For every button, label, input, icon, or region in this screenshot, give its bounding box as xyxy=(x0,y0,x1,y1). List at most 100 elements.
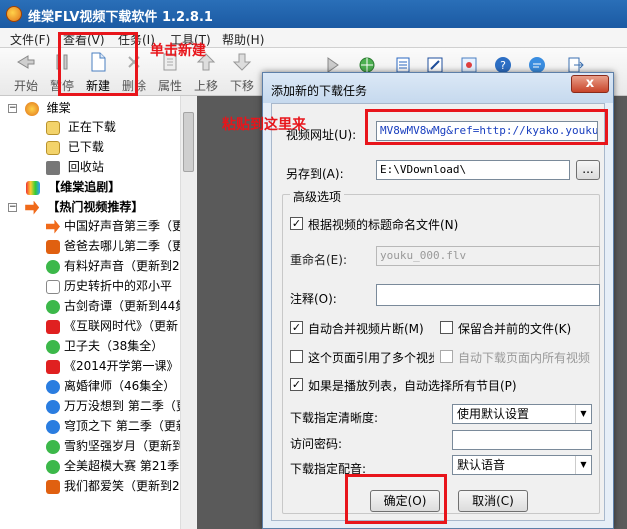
dialog-title-bar: 添加新的下载任务 x xyxy=(263,73,613,103)
tv-icon xyxy=(26,180,40,195)
collapse-icon[interactable]: − xyxy=(8,203,17,212)
tree-item-downloading[interactable]: 正在下载 xyxy=(46,117,116,137)
note-input[interactable] xyxy=(376,284,600,306)
new-hint: 单击新建 xyxy=(150,43,206,59)
tree-group-hot[interactable]: − 【热门视频推荐】 xyxy=(8,197,143,217)
video-item[interactable]: 雪豹坚强岁月（更新到 xyxy=(46,436,184,456)
app-logo-icon xyxy=(24,101,39,116)
video-title: 《2014开学第一课》 xyxy=(64,359,179,373)
video-item[interactable]: 古剑奇谭（更新到44集 xyxy=(46,296,187,316)
tree-group-label: 【热门视频推荐】 xyxy=(47,200,144,214)
video-item[interactable]: 中国好声音第三季（更 xyxy=(46,216,184,236)
video-item[interactable]: 我们都爱笑（更新到2 xyxy=(46,476,180,496)
sidebar-scrollbar[interactable] xyxy=(180,96,196,529)
cancel-button[interactable]: 取消(C) xyxy=(458,490,528,512)
video-title: 历史转折中的邓小平（ xyxy=(64,279,185,293)
multi-video-checkbox[interactable] xyxy=(290,350,303,363)
advanced-group-title: 高级选项 xyxy=(290,188,345,205)
video-title: 卫子夫（38集全） xyxy=(64,339,164,353)
name-by-title-label: 根据视频的标题命名文件(N) xyxy=(308,218,459,232)
video-title: 离婚律师（46集全） xyxy=(64,379,176,393)
arrow-icon xyxy=(25,200,40,215)
move-down-label: 下移 xyxy=(229,79,254,93)
video-item[interactable]: 卫子夫（38集全） xyxy=(46,336,163,356)
folder-downloading-icon xyxy=(46,120,60,135)
iqiyi-icon xyxy=(46,479,60,494)
tree-root-label: 维棠 xyxy=(46,101,71,115)
title-bar: 维棠FLV视频下载软件 1.2.8.1 xyxy=(0,0,627,28)
video-item[interactable]: 穹顶之下 第二季（更新 xyxy=(46,416,188,436)
auto-download-all-checkbox[interactable] xyxy=(440,350,453,363)
sidebar-tree: − 维棠 正在下载 已下载 回收站 【维棠追剧】 − 【热门视频推荐】 中国好声… xyxy=(0,96,196,529)
rename-input[interactable]: youku_000.flv xyxy=(376,246,600,266)
menu-help[interactable]: 帮助(H) xyxy=(222,31,264,48)
save-path-input[interactable]: E:\VDownload\ xyxy=(376,160,570,180)
dialog-close-button[interactable]: x xyxy=(571,75,609,93)
play-circle-icon xyxy=(46,459,60,474)
video-item[interactable]: 离婚律师（46集全） xyxy=(46,376,175,396)
rename-label: 重命名(E): xyxy=(290,253,347,267)
video-item[interactable]: 历史转折中的邓小平（ xyxy=(46,276,184,296)
trash-icon xyxy=(46,160,60,175)
quality-select[interactable]: 使用默认设置 ▼ xyxy=(452,404,592,424)
save-to-label: 另存到(A): xyxy=(286,167,344,181)
tree-item-label: 已下载 xyxy=(67,140,104,154)
new-button-highlight xyxy=(58,32,138,96)
video-item[interactable]: 爸爸去哪儿第二季（更 xyxy=(46,236,184,256)
play-circle-icon xyxy=(46,339,60,354)
start-button[interactable]: 开始 xyxy=(6,50,46,94)
svg-text:?: ? xyxy=(500,59,506,72)
tree-item-label: 正在下载 xyxy=(67,120,116,134)
video-item[interactable]: 全美超模大赛 第21季 xyxy=(46,456,179,476)
play-icon xyxy=(17,55,35,69)
tree-root[interactable]: − 维棠 xyxy=(8,98,71,118)
video-item[interactable]: 《互联网时代》（更新 xyxy=(46,316,178,336)
play-circle-icon xyxy=(46,259,60,274)
dialog-title: 添加新的下载任务 xyxy=(271,84,368,98)
play-circle-icon xyxy=(46,299,60,314)
scrollbar-thumb[interactable] xyxy=(183,112,194,172)
collapse-icon[interactable]: − xyxy=(8,104,17,113)
tree-group-tracking[interactable]: 【维棠追剧】 xyxy=(26,177,120,197)
video-item[interactable]: 《2014开学第一课》 xyxy=(46,356,179,376)
main-window: 维棠FLV视频下载软件 1.2.8.1 文件(F) 查看(V) 任务(I) 工具… xyxy=(0,0,627,529)
move-up-label: 上移 xyxy=(193,79,218,93)
password-label: 访问密码: xyxy=(290,437,343,451)
video-title: 万万没想到 第二季（更 xyxy=(64,399,188,413)
move-down-button[interactable]: 下移 xyxy=(222,50,262,94)
play-circle-icon xyxy=(46,419,60,434)
tree-item-downloaded[interactable]: 已下载 xyxy=(46,137,104,157)
play-circle-icon xyxy=(46,439,60,454)
play-circle-icon xyxy=(46,399,60,414)
video-title: 我们都爱笑（更新到2 xyxy=(64,479,180,493)
video-title: 穹顶之下 第二季（更新 xyxy=(64,419,188,433)
tree-group-label: 【维棠追剧】 xyxy=(48,180,121,194)
keep-before-merge-checkbox[interactable] xyxy=(440,321,453,334)
window-title: 维棠FLV视频下载软件 1.2.8.1 xyxy=(28,10,213,25)
video-page-icon xyxy=(46,279,60,294)
video-title: 中国好声音第三季（更 xyxy=(64,219,185,233)
name-by-title-checkbox[interactable]: ✓ xyxy=(290,217,303,230)
chevron-down-icon: ▼ xyxy=(575,456,591,474)
playlist-select-all-checkbox[interactable]: ✓ xyxy=(290,378,303,391)
start-label: 开始 xyxy=(13,79,38,93)
auto-merge-checkbox[interactable]: ✓ xyxy=(290,321,303,334)
password-input[interactable] xyxy=(452,430,592,450)
video-title: 有料好声音（更新到2 xyxy=(64,259,180,273)
tree-item-recycle[interactable]: 回收站 xyxy=(46,157,104,177)
video-title: 全美超模大赛 第21季 xyxy=(64,459,180,473)
arrow-icon xyxy=(46,219,60,234)
red-bookmark-icon xyxy=(46,359,60,374)
red-bookmark-icon xyxy=(46,319,60,334)
folder-done-icon xyxy=(46,140,60,155)
video-title: 爸爸去哪儿第二季（更 xyxy=(64,239,185,253)
quality-label: 下载指定清晰度: xyxy=(290,411,379,425)
dub-selected: 默认语音 xyxy=(457,458,506,472)
video-title: 雪豹坚强岁月（更新到 xyxy=(64,439,185,453)
menu-file[interactable]: 文件(F) xyxy=(10,31,50,48)
video-item[interactable]: 万万没想到 第二季（更 xyxy=(46,396,188,416)
app-logo-icon xyxy=(6,6,22,22)
browse-button[interactable]: ... xyxy=(576,160,600,180)
dub-select[interactable]: 默认语音 ▼ xyxy=(452,455,592,475)
video-item[interactable]: 有料好声音（更新到2 xyxy=(46,256,180,276)
